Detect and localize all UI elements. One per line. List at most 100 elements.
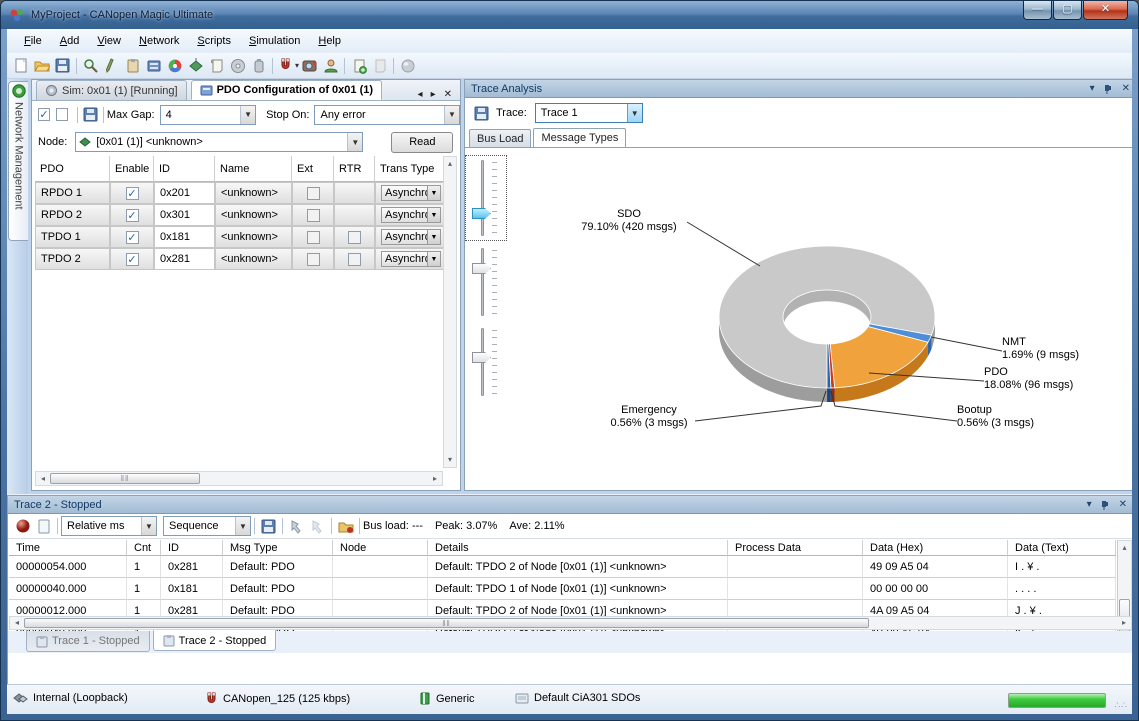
chevron-down-icon[interactable]: ▼ — [627, 104, 642, 122]
chevron-down-icon[interactable]: ▼ — [427, 186, 440, 200]
sidebar-tab-network-management[interactable]: Network Management — [8, 81, 28, 241]
enable-checkbox-cell[interactable]: ✓ — [110, 226, 154, 248]
tab-sim-node[interactable]: Sim: 0x01 (1) [Running] — [36, 80, 187, 100]
trace-cell-hex[interactable]: 00 00 00 00 — [863, 578, 1008, 600]
rtr-checkbox-cell[interactable] — [334, 226, 375, 248]
eds-file-icon[interactable] — [143, 56, 164, 76]
rtr-checkbox[interactable] — [348, 231, 361, 244]
ext-checkbox[interactable] — [307, 209, 320, 222]
column-header[interactable]: ID — [154, 156, 215, 182]
window-position-icon[interactable]: ▾ — [1087, 499, 1092, 510]
rtr-checkbox-cell[interactable] — [334, 248, 375, 270]
trace-cell-details[interactable]: Default: TPDO 1 of Node [0x01 (1)] <unkn… — [428, 578, 728, 600]
write-od-icon[interactable] — [101, 56, 122, 76]
maximize-button[interactable]: ▢ — [1053, 1, 1082, 20]
copy-selection-icon[interactable] — [307, 516, 328, 536]
column-header[interactable]: ID — [161, 540, 223, 556]
trace-cell-id[interactable]: 0x181 — [161, 578, 223, 600]
rtr-checkbox[interactable] — [348, 253, 361, 266]
scroll-down-icon[interactable]: ▾ — [444, 454, 456, 466]
ext-checkbox[interactable] — [307, 187, 320, 200]
resize-grip[interactable]: ∴∴ — [1115, 700, 1128, 711]
menu-view[interactable]: View — [88, 32, 130, 50]
trans-type-cell[interactable]: Asynchronous▼ — [375, 226, 447, 248]
trace-horizontal-scrollbar[interactable]: ◂ ‖‖ ▸ — [9, 616, 1132, 630]
save-trace-icon[interactable] — [258, 516, 279, 536]
battery-icon[interactable] — [248, 56, 269, 76]
column-header[interactable]: Node — [333, 540, 428, 556]
column-header[interactable]: RTR — [334, 156, 375, 182]
trans-type-cell[interactable]: Asynchronous▼ — [375, 182, 447, 204]
pdo-option-checkbox-1[interactable]: ✓ — [38, 108, 50, 121]
tab-message-types[interactable]: Message Types — [533, 128, 626, 147]
pdo-vertical-scrollbar[interactable]: ▴ ▾ — [443, 156, 457, 468]
node-combo[interactable]: [0x01 (1)] <unknown>▼ — [75, 132, 363, 152]
minimize-button[interactable]: — — [1023, 1, 1052, 20]
camera-icon[interactable] — [299, 56, 320, 76]
pdo-horizontal-scrollbar[interactable]: ◂ ‖‖ ▸ — [35, 471, 443, 486]
enable-checkbox[interactable]: ✓ — [126, 209, 139, 222]
stop-on-combo[interactable]: Any error▼ — [314, 105, 460, 125]
ext-checkbox-cell[interactable] — [292, 204, 334, 226]
menu-file[interactable]: File — [15, 32, 51, 50]
close-panel-icon[interactable]: ✕ — [1119, 499, 1127, 510]
enable-checkbox-cell[interactable]: ✓ — [110, 248, 154, 270]
user-icon[interactable] — [320, 56, 341, 76]
trace-cell-text[interactable]: I . ¥ . — [1008, 556, 1116, 578]
ext-checkbox-cell[interactable] — [292, 182, 334, 204]
trans-type-dropdown[interactable]: Asynchronous▼ — [381, 207, 441, 223]
trace-cell-node[interactable] — [333, 556, 428, 578]
trace-cell-id[interactable]: 0x281 — [161, 556, 223, 578]
scroll-left-icon[interactable]: ◂ — [12, 617, 22, 629]
column-header[interactable]: Ext — [292, 156, 334, 182]
window-position-icon[interactable]: ▾ — [1090, 83, 1095, 94]
tab-scroll-left-icon[interactable]: ◂ — [414, 89, 427, 100]
enable-checkbox[interactable]: ✓ — [126, 187, 139, 200]
script-run-icon[interactable] — [369, 56, 390, 76]
magnet-connect-icon[interactable] — [276, 56, 297, 76]
export-trace-icon[interactable] — [335, 516, 356, 536]
status-device-type[interactable]: Generic — [419, 692, 475, 705]
trace-cell-msg_type[interactable]: Default: PDO — [223, 556, 333, 578]
chevron-down-icon[interactable]: ▼ — [427, 208, 440, 222]
tab-trace-2[interactable]: Trace 2 - Stopped — [153, 630, 277, 651]
menu-scripts[interactable]: Scripts — [188, 32, 240, 50]
scroll-right-icon[interactable]: ▸ — [430, 473, 440, 485]
sphere-icon[interactable] — [397, 56, 418, 76]
record-icon[interactable] — [12, 516, 33, 536]
chevron-down-icon[interactable]: ▼ — [444, 106, 459, 124]
script-icon[interactable] — [206, 56, 227, 76]
trace-cell-time[interactable]: 00000054.000 — [9, 556, 127, 578]
title-bar[interactable]: MyProject - CANopen Magic Ultimate — ▢ ✕ — [1, 1, 1138, 29]
network-card-icon[interactable] — [185, 56, 206, 76]
pin-icon[interactable] — [1104, 84, 1113, 94]
tab-pdo-configuration[interactable]: PDO Configuration of 0x01 (1) — [191, 80, 382, 100]
pdo-option-checkbox-2[interactable] — [56, 108, 68, 121]
status-sdo-defaults[interactable]: Default CiA301 SDOs — [515, 692, 640, 704]
find-node-icon[interactable] — [80, 56, 101, 76]
column-header[interactable]: Data (Hex) — [863, 540, 1008, 556]
chevron-down-icon[interactable]: ▼ — [427, 252, 440, 266]
script-add-icon[interactable] — [348, 56, 369, 76]
scroll-up-icon[interactable]: ▴ — [444, 158, 456, 170]
open-folder-icon[interactable] — [31, 56, 52, 76]
tab-bus-load[interactable]: Bus Load — [469, 129, 531, 147]
new-document-icon[interactable] — [10, 56, 31, 76]
enable-checkbox[interactable]: ✓ — [126, 253, 139, 266]
scroll-right-icon[interactable]: ▸ — [1119, 617, 1129, 629]
save-pdo-icon[interactable] — [81, 105, 100, 125]
column-header[interactable]: Enable — [110, 156, 154, 182]
chevron-down-icon[interactable]: ▼ — [141, 517, 156, 535]
column-header[interactable]: Data (Text) — [1008, 540, 1116, 556]
time-mode-combo[interactable]: Relative ms▼ — [61, 516, 157, 536]
scroll-up-icon[interactable]: ▴ — [1118, 542, 1131, 554]
color-wheel-icon[interactable] — [164, 56, 185, 76]
copy-trace-icon[interactable] — [286, 516, 307, 536]
tab-close-icon[interactable]: ✕ — [440, 89, 456, 100]
trace-cell-time[interactable]: 00000040.000 — [9, 578, 127, 600]
ext-checkbox[interactable] — [307, 253, 320, 266]
cd-icon[interactable] — [227, 56, 248, 76]
trace-cell-hex[interactable]: 49 09 A5 04 — [863, 556, 1008, 578]
tab-scroll-right-icon[interactable]: ▸ — [427, 89, 440, 100]
column-header[interactable]: Trans Type — [375, 156, 447, 182]
